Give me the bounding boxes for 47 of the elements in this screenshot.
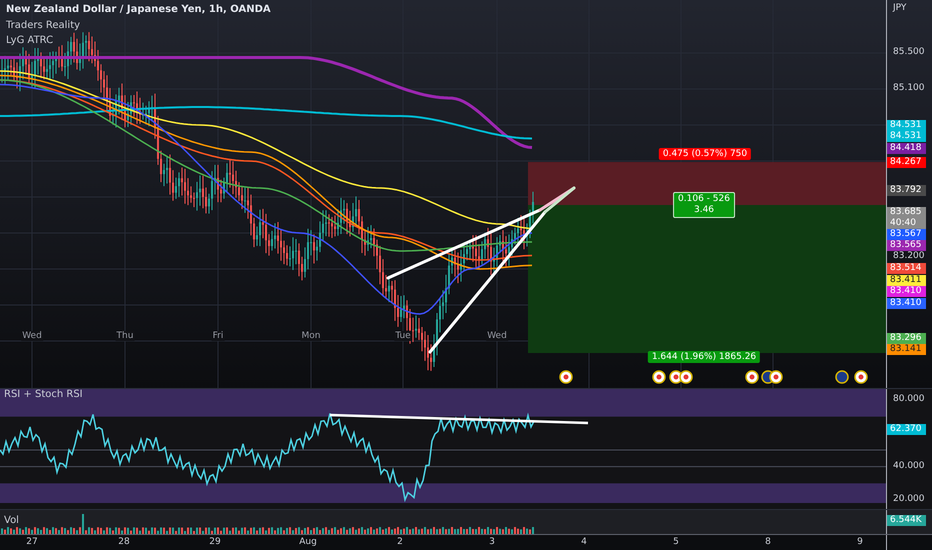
rsi-tick: 20.000 [893,494,924,504]
time-label: 28 [118,537,130,547]
price-tag: 83.410 [887,286,926,297]
time-label: 2 [397,537,403,547]
price-tag: 83.567 [887,229,926,240]
time-label: 29 [209,537,221,547]
time-label: 8 [765,537,771,547]
price-tag: 83.792 [887,185,926,196]
price-tag: 83.685 40:40 [887,207,926,229]
time-label: 4 [581,537,587,547]
price-tag: 84.531 [887,120,926,131]
risk-reward-label: 0.106 - 526 3.46 [673,192,735,218]
day-label: Wed [486,331,508,341]
pane-title: Vol [4,515,19,526]
time-label: 9 [857,537,863,547]
currency-label: JPY [893,3,906,13]
price-tag: 83.141 [887,344,926,355]
price-tick: 85.100 [893,83,924,93]
price-tag: 84.531 [887,131,926,142]
day-label: Fri [212,331,224,341]
time-label: 5 [673,537,679,547]
rsi-value-tag: 62.370 [887,424,926,435]
price-tag: 84.418 [887,143,926,154]
price-tag: 83.565 [887,240,926,251]
time-label: 3 [489,537,495,547]
day-label: Wed [21,331,43,341]
day-label: Thu [116,331,134,341]
price-tag: 83.411 [887,275,926,286]
indicator-label: Traders Reality [6,20,80,31]
day-label: Tue [394,331,412,341]
price-tag: 83.296 [887,333,926,344]
price-tag: 83.514 [887,263,926,274]
volume-value-tag: 6.544K [887,515,926,526]
price-tag: 84.267 [887,157,926,168]
rsi-tick: 40.000 [893,461,924,471]
take-profit-label: 1.644 (1.96%) 1865.26 [648,351,760,363]
time-label: Aug [299,537,317,547]
price-tag: 83.410 [887,298,926,309]
price-tick: 85.500 [893,47,924,57]
indicator-label: LyG ATRC [6,35,54,46]
chart-title: New Zealand Dollar / Japanese Yen, 1h, OANDA [6,4,271,15]
stop-loss-label: 0.475 (0.57%) 750 [658,148,752,160]
pane-title: RSI + Stoch RSI [4,389,83,400]
time-label: 27 [26,537,38,547]
price-tick: 83.200 [893,251,924,261]
rsi-tick: 80.000 [893,394,924,404]
day-label: Mon [300,331,322,341]
